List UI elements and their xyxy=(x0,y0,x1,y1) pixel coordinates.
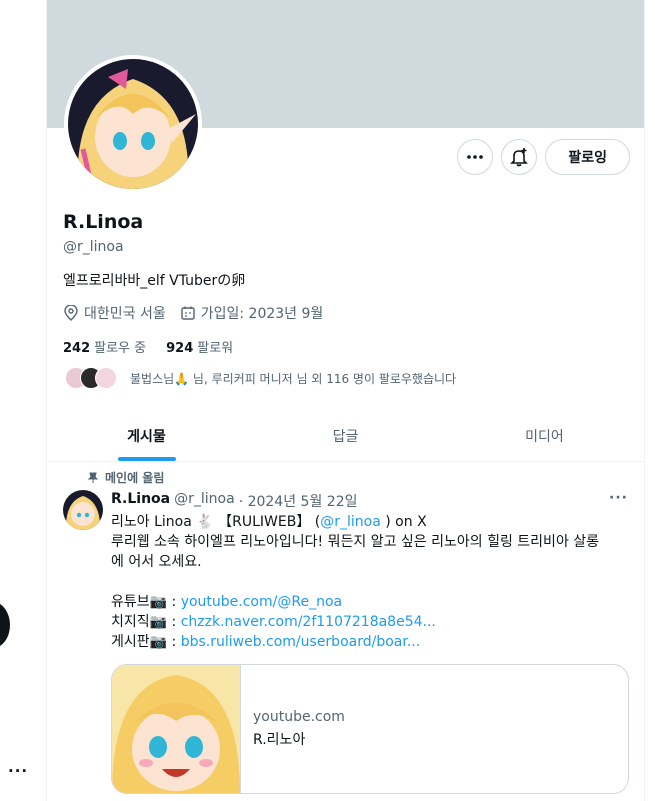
link-card[interactable]: youtube.com R.리노아 xyxy=(111,664,629,794)
notify-button[interactable] xyxy=(501,139,538,175)
profile-joined: 가입일: 2023년 9월 xyxy=(200,306,324,322)
tweet-body: 리노아 Linoa 🐇 【RULIWEB】 (@r_linoa ) on X 루… xyxy=(111,514,600,650)
profile-tabs: 게시물 답글 미디어 xyxy=(47,410,644,462)
compose-button[interactable] xyxy=(0,602,10,648)
profile-counts: 242 팔로우 중 924 팔로워 xyxy=(63,337,233,356)
avatar-illustration xyxy=(68,59,198,189)
left-nav: ... xyxy=(0,0,46,801)
profile-column: 팔로잉 R.Linoa @r_linoa 엘프로리바바_elf VTuberの卵… xyxy=(46,0,645,801)
follower-avatar xyxy=(95,367,117,389)
tweet-author-name[interactable]: R.Linoa xyxy=(111,491,170,511)
avatar-illustration xyxy=(63,490,103,530)
youtube-link[interactable]: youtube.com/@Re_noa xyxy=(181,594,342,610)
following-button[interactable]: 팔로잉 xyxy=(545,139,630,175)
link-card-domain: youtube.com xyxy=(253,709,345,725)
ellipsis-icon xyxy=(467,155,484,159)
calendar-icon xyxy=(181,306,195,320)
board-link[interactable]: bbs.ruliweb.com/userboard/boar... xyxy=(181,634,420,650)
link-card-thumbnail xyxy=(112,665,241,793)
profile-handle: @r_linoa xyxy=(63,239,124,255)
pinned-label: 메인에 올림 xyxy=(87,469,164,486)
followed-by[interactable]: 불법스님🙏 님, 루리커피 머니저 님 외 116 명이 팔로우했습니다 xyxy=(65,367,456,389)
mention-link[interactable]: @r_linoa xyxy=(320,514,381,530)
tweet-author-avatar[interactable] xyxy=(63,490,103,530)
profile-location: 대한민국 서울 xyxy=(84,306,166,322)
tab-posts[interactable]: 게시물 xyxy=(47,410,246,461)
profile-meta: 대한민국 서울 가입일: 2023년 9월 xyxy=(63,303,323,323)
pin-icon xyxy=(87,472,99,483)
tab-replies[interactable]: 답글 xyxy=(246,410,445,461)
more-options-button[interactable] xyxy=(457,139,494,175)
followers-link[interactable]: 924 팔로워 xyxy=(166,337,233,356)
link-card-title: R.리노아 xyxy=(253,732,306,748)
more-menu-icon[interactable]: ... xyxy=(8,758,28,776)
tweet-header: R.Linoa @r_linoa · 2024년 5월 22일 xyxy=(111,491,357,511)
profile-bio: 엘프로리바바_elf VTuberの卵 xyxy=(63,273,246,289)
followed-by-text: 불법스님🙏 님, 루리커피 머니저 님 외 116 명이 팔로우했습니다 xyxy=(130,371,457,386)
bell-plus-icon xyxy=(510,148,529,167)
tweet-author-handle[interactable]: @r_linoa xyxy=(174,491,235,511)
following-link[interactable]: 242 팔로우 중 xyxy=(63,337,146,356)
profile-avatar[interactable] xyxy=(64,55,202,193)
tab-media[interactable]: 미디어 xyxy=(445,410,644,461)
tweet-more-icon[interactable]: ··· xyxy=(609,490,628,506)
thumbnail-illustration xyxy=(112,665,240,793)
location-icon xyxy=(64,305,78,321)
profile-actions: 팔로잉 xyxy=(457,139,630,175)
chzzk-link[interactable]: chzzk.naver.com/2f1107218a8e54... xyxy=(181,614,436,630)
tweet-date[interactable]: · 2024년 5월 22일 xyxy=(239,491,358,511)
profile-name: R.Linoa xyxy=(63,211,144,233)
